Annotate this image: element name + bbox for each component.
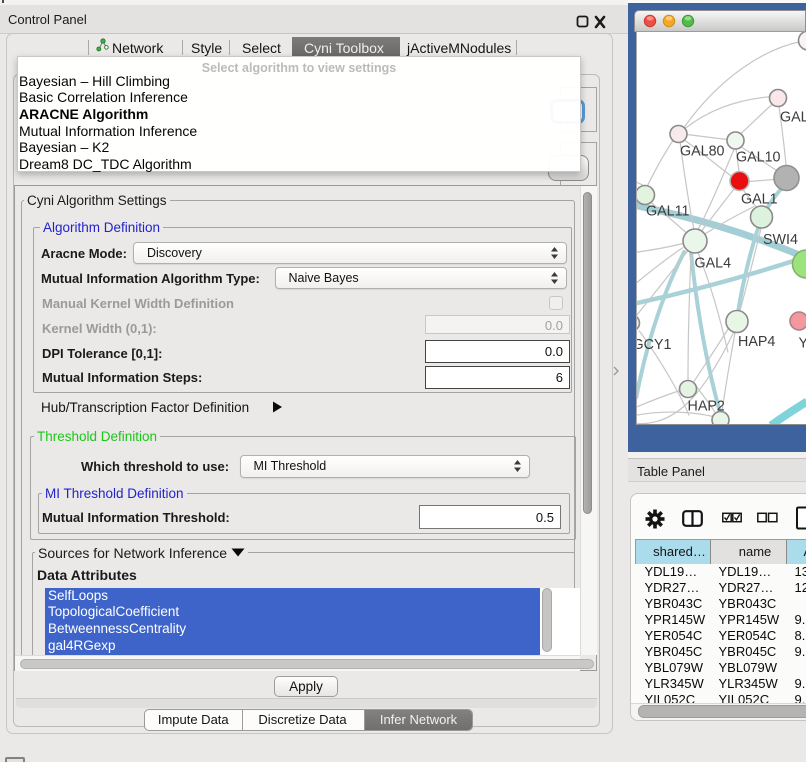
svg-text:GCY1: GCY1	[637, 337, 671, 353]
svg-text:GAL2: GAL2	[780, 109, 806, 125]
svg-text:SWI4: SWI4	[763, 232, 798, 248]
svg-text:HAP4: HAP4	[738, 334, 775, 350]
svg-text:GAL11: GAL11	[646, 203, 689, 219]
svg-text:GAL80: GAL80	[680, 143, 725, 159]
svg-text:GAL4: GAL4	[695, 255, 732, 271]
svg-text:GAL1: GAL1	[741, 191, 778, 207]
svg-text:HAP2: HAP2	[688, 398, 725, 414]
svg-text:GAL10: GAL10	[736, 149, 781, 165]
svg-text:Y: Y	[799, 335, 806, 351]
